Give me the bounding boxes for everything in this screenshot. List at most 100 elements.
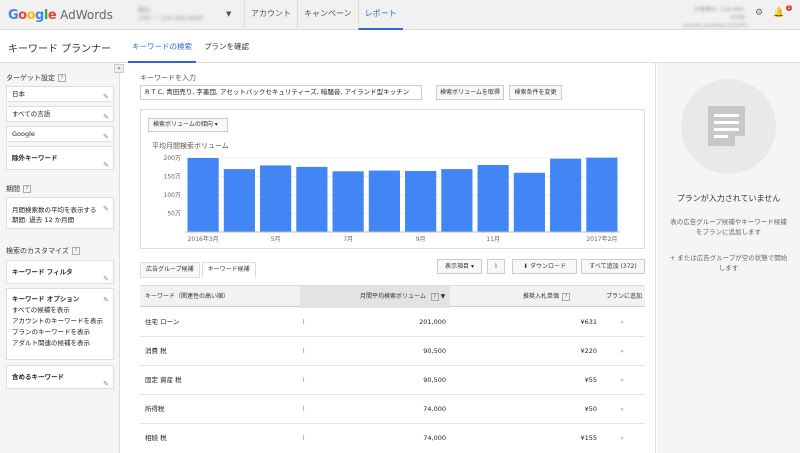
table-row[interactable]: 住宅 ローン ⌇ 201,000 ¥631 » — [140, 308, 645, 337]
trend-icon[interactable]: ⌇ — [302, 395, 305, 423]
pencil-icon[interactable]: ✎ — [103, 204, 109, 214]
keyword-filter[interactable]: キーワード フィルタ ✎ — [6, 260, 114, 284]
target-network[interactable]: Google ✎ — [6, 126, 114, 142]
trend-dropdown[interactable]: 検索ボリュームの傾向 ▾ — [148, 118, 228, 132]
negative-keywords[interactable]: 除外キーワード ✎ — [6, 146, 114, 170]
chart-bar[interactable] — [223, 169, 255, 232]
col-keyword[interactable]: キーワード（関連性の高い順） — [145, 286, 229, 308]
help-icon[interactable]: ? — [430, 292, 439, 301]
col-volume[interactable]: 月間平均検索ボリューム ? ▼ — [300, 286, 450, 308]
table-row[interactable]: 固定 資産 税 ⌇ 90,500 ¥55 » — [140, 366, 645, 395]
chart-bar[interactable] — [187, 158, 219, 232]
chart-bar[interactable] — [477, 165, 509, 232]
y-tick-label: 200万 — [164, 155, 181, 162]
chart-bar[interactable] — [332, 171, 364, 232]
dropdown-arrow-icon[interactable]: ▼ — [226, 10, 231, 18]
date-range[interactable]: 月間検索数の平均を表示する 期間: 過去 12 か月間 ✎ — [6, 197, 114, 229]
document-icon — [708, 106, 745, 146]
chart-bar[interactable] — [586, 157, 618, 232]
x-tick-label: 9月 — [416, 236, 426, 243]
plan-empty-title: プランが入力されていません — [676, 194, 781, 203]
add-to-plan-icon[interactable]: » — [620, 366, 624, 394]
help-icon[interactable]: ? — [58, 74, 66, 82]
help-icon[interactable]: ? — [71, 247, 80, 255]
table-row[interactable]: 所得税 ⌇ 74,000 ¥50 » — [140, 395, 645, 424]
get-volume-button[interactable]: 検索ボリュームを取得 — [436, 85, 504, 100]
download-button[interactable]: ⬇ ダウンロード — [512, 259, 577, 274]
table-row[interactable]: 相続 税 ⌇ 74,000 ¥155 » — [140, 424, 645, 453]
tab-adgroup-ideas[interactable]: 広告グループ候補 — [140, 262, 200, 278]
pencil-icon[interactable]: ✎ — [103, 90, 109, 104]
notification-badge: 1 — [786, 5, 792, 11]
tab-keyword-search[interactable]: キーワードの検索 — [128, 31, 196, 63]
customer-info[interactable]: お客様ID: 216-666-6388 hiroshi.yoshida.1211… — [683, 6, 751, 30]
chart-bar[interactable] — [441, 169, 473, 232]
target-language[interactable]: すべての言語 ✎ — [6, 106, 114, 122]
pencil-icon[interactable]: ✎ — [103, 373, 109, 395]
help-icon[interactable]: ? — [23, 185, 31, 193]
modify-search-button[interactable]: 検索条件を変更 — [509, 85, 562, 100]
keyword-options[interactable]: キーワード オプション すべての候補を表示 アカウントのキーワードを表示 プラン… — [6, 288, 114, 360]
x-tick-label: 2016年3月 — [188, 235, 219, 243]
y-tick-label: 100万 — [164, 192, 181, 199]
pencil-icon[interactable]: ✎ — [103, 130, 109, 144]
add-to-plan-icon[interactable]: » — [620, 308, 624, 336]
chart-bar[interactable] — [260, 165, 292, 232]
help-icon[interactable]: ? — [562, 292, 571, 301]
pencil-icon[interactable]: ✎ — [103, 295, 109, 306]
chart-bar[interactable] — [513, 172, 545, 232]
nav-account[interactable]: アカウント — [244, 0, 297, 30]
logo-product: AdWords — [60, 8, 113, 22]
pencil-icon[interactable]: ✎ — [103, 110, 109, 124]
bid-cell: ¥631 — [580, 318, 597, 326]
trend-icon[interactable]: ⌇ — [302, 337, 305, 365]
options-title: キーワード オプション — [12, 295, 80, 303]
volume-cell: 74,000 — [423, 405, 446, 413]
download-icon: ⬇ — [523, 263, 529, 270]
x-tick-label: 7月 — [343, 236, 353, 243]
add-to-plan-icon[interactable]: » — [620, 395, 624, 423]
chart-bar[interactable] — [368, 170, 400, 232]
x-tick-label: 2017年2月 — [586, 235, 617, 243]
include-keywords[interactable]: 含めるキーワード ✎ — [6, 365, 114, 389]
target-location[interactable]: 日本 ✎ — [6, 86, 114, 102]
keyword-input[interactable]: R T C, 青田売り, 字墨団, アセットバックセキュリティーズ, 暗騒音, … — [140, 85, 422, 100]
adwords-logo[interactable]: Google AdWords — [8, 7, 113, 23]
columns-button[interactable]: 表示項目 ▾ — [437, 259, 482, 274]
logo-google: Google — [8, 7, 57, 23]
keyword-cell: 住宅 ローン — [145, 318, 180, 326]
trend-icon[interactable]: ⌇ — [302, 424, 305, 452]
volume-chart: 200万 150万 100万 50万 2016年3月 5月 7月 9月 11月 2017年2月 — [164, 155, 620, 243]
trend-icon[interactable]: ⌇ — [302, 308, 305, 336]
chart-bar[interactable] — [296, 166, 328, 232]
trend-icon[interactable]: ⌇ — [302, 366, 305, 394]
plan-empty-text: 表の広告グループ候補やキーワード候補をプランに追加します — [670, 218, 787, 236]
chart-toggle-icon[interactable]: ⌇ — [487, 259, 505, 274]
x-tick-label: 5月 — [271, 236, 281, 243]
add-to-plan-icon[interactable]: » — [620, 424, 624, 452]
bid-cell: ¥50 — [584, 405, 597, 413]
gear-icon[interactable]: ⚙ — [755, 8, 763, 18]
tab-keyword-ideas[interactable]: キーワード候補 — [201, 262, 256, 278]
period-line2: 期間: 過去 12 か月間 — [12, 216, 75, 224]
start-empty-adgroup-link[interactable]: + または広告グループが空の状態で開始します — [657, 253, 800, 273]
col-bid[interactable]: 推奨入札単価? — [523, 286, 571, 308]
add-all-button[interactable]: すべて追加 (372) — [581, 259, 645, 274]
pencil-icon[interactable]: ✎ — [103, 154, 109, 176]
sub-header: キーワード プランナー キーワードの検索 プランを確認 — [0, 31, 800, 63]
chart-bar[interactable] — [550, 158, 582, 232]
pencil-icon[interactable]: ✎ — [103, 268, 109, 290]
table-row[interactable]: 消費 税 ⌇ 90,500 ¥220 » — [140, 337, 645, 366]
period-line1: 月間検索数の平均を表示する — [12, 206, 97, 214]
add-to-plan-icon[interactable]: » — [620, 337, 624, 365]
collapse-sidebar-button[interactable]: « — [114, 64, 124, 73]
chart-bar[interactable] — [405, 170, 437, 232]
option-line: すべての候補を表示 — [12, 306, 70, 314]
bell-icon[interactable]: 🔔 — [773, 8, 784, 18]
x-tick-label: 11月 — [486, 236, 500, 243]
nav-campaign[interactable]: キャンペーン — [297, 0, 358, 30]
account-selector[interactable]: 識別 1Mh-ー 236-666-6666 — [138, 7, 228, 25]
volume-cell: 90,500 — [423, 347, 446, 355]
tab-review-plan[interactable]: プランを確認 — [200, 31, 253, 63]
nav-report[interactable]: レポート — [357, 0, 403, 30]
